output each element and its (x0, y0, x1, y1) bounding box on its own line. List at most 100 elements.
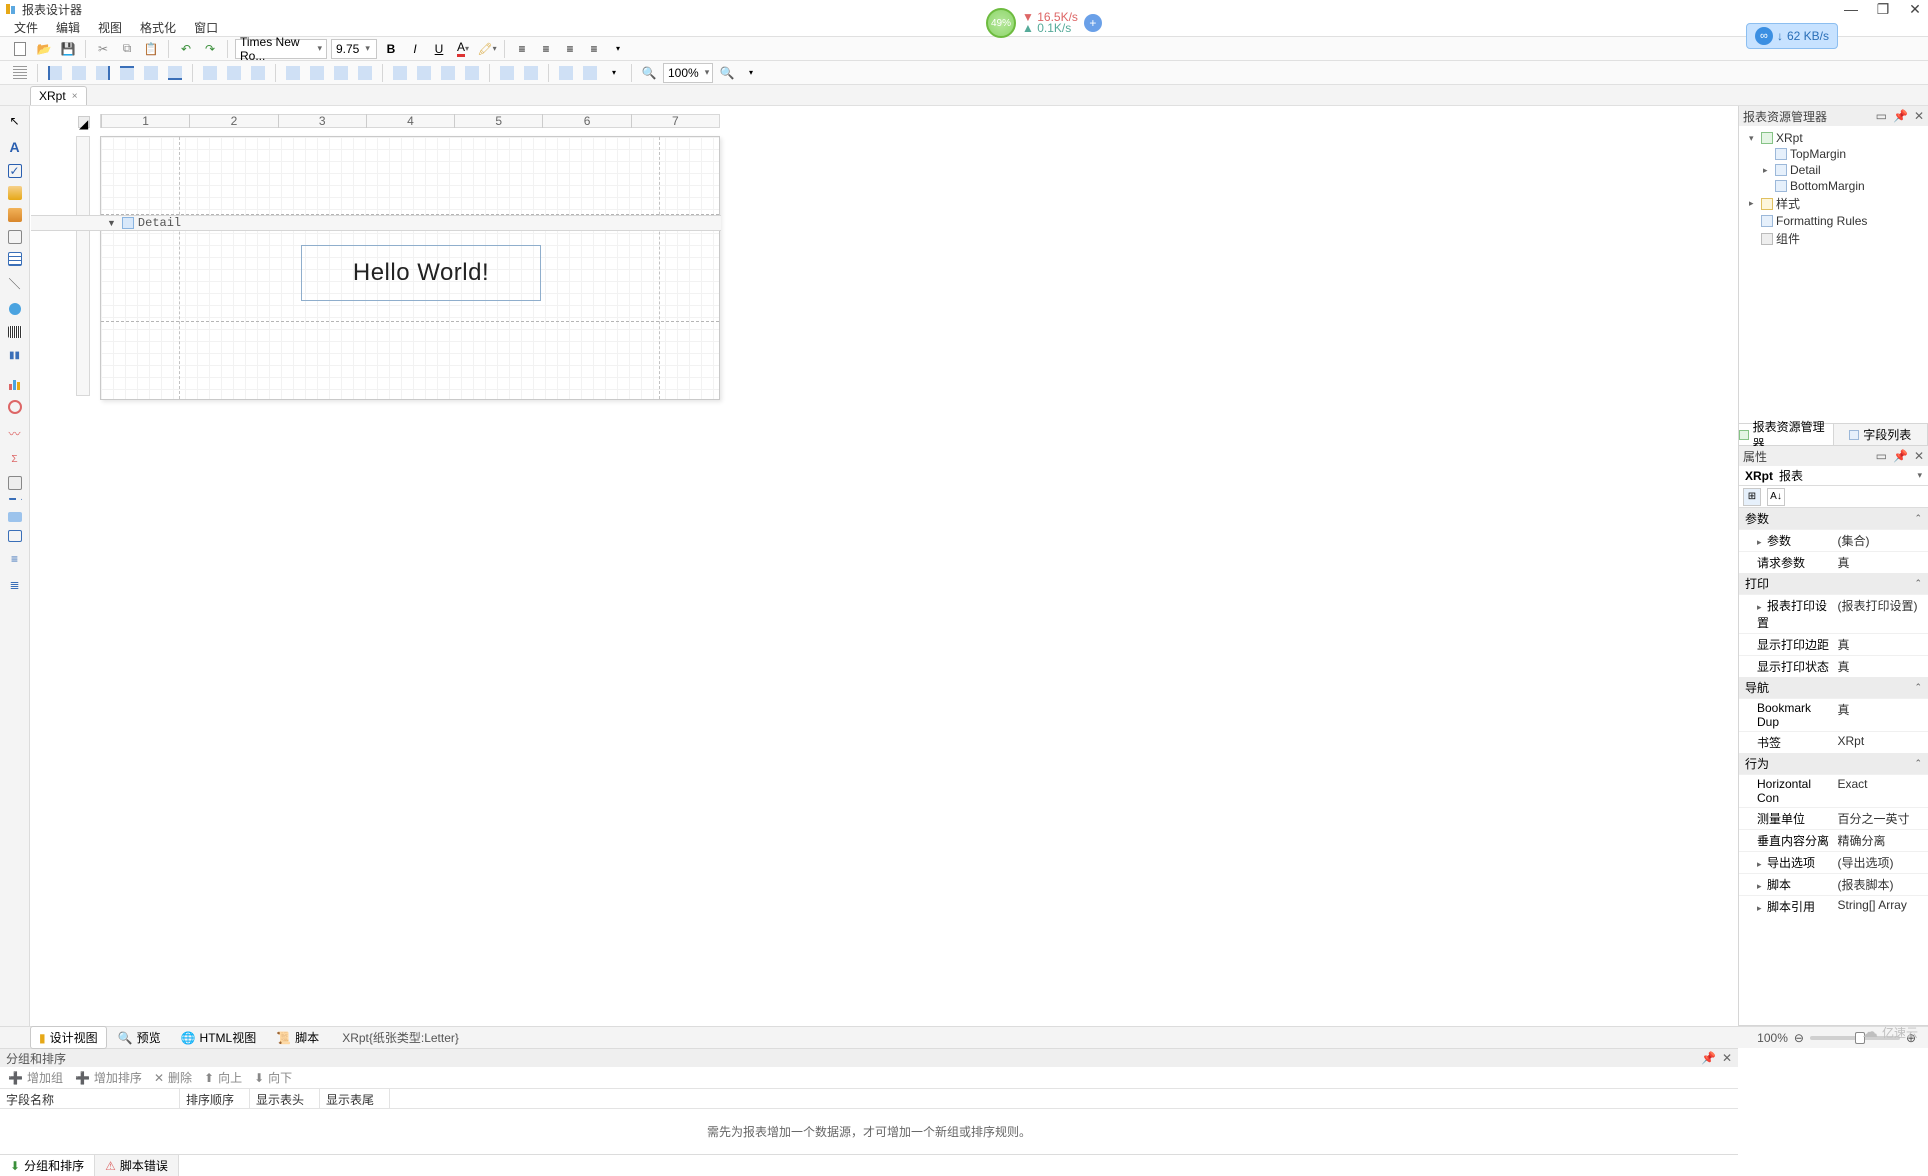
hspace-eq[interactable] (283, 63, 303, 83)
new-button[interactable] (10, 39, 30, 59)
richtext-tool[interactable] (8, 186, 22, 200)
panel-dock-icon[interactable]: ▭ (1876, 449, 1887, 463)
center-h[interactable] (497, 63, 517, 83)
shape-tool[interactable] (6, 300, 24, 318)
prop-val[interactable]: 精确分离 (1834, 830, 1928, 851)
hspace-rem[interactable] (355, 63, 375, 83)
vspace-inc[interactable] (414, 63, 434, 83)
prop-row[interactable]: 书签XRpt (1739, 731, 1928, 753)
ruler-corner[interactable]: ◢ (78, 116, 90, 128)
prop-val[interactable]: 真 (1834, 552, 1928, 573)
panel-dock-icon[interactable]: ▭ (1876, 109, 1887, 123)
document-tab-xrpt[interactable]: XRpt × (30, 86, 87, 105)
cellular-tool[interactable]: ≣ (6, 576, 24, 594)
prop-val[interactable]: (报表打印设置) (1834, 595, 1928, 633)
tab-explorer[interactable]: 报表资源管理器 (1739, 424, 1834, 445)
panel-pin-icon[interactable]: 📌 (1893, 109, 1908, 123)
prop-val[interactable]: (导出选项) (1834, 852, 1928, 873)
zoom-combo[interactable]: 100%▾ (663, 63, 713, 83)
prop-row[interactable]: 显示打印状态真 (1739, 655, 1928, 677)
maximize-button[interactable]: ❐ (1876, 2, 1890, 16)
checkbox-tool[interactable]: ✓ (8, 164, 22, 178)
hspace-inc[interactable] (307, 63, 327, 83)
size-w[interactable] (200, 63, 220, 83)
cut-button[interactable]: ✂ (93, 39, 113, 59)
cat-nav[interactable]: 导航⌃ (1739, 677, 1928, 698)
bottommargin-band[interactable] (101, 321, 719, 399)
forecolor-button[interactable]: A▾ (453, 39, 473, 59)
vspace-eq[interactable] (390, 63, 410, 83)
prop-row[interactable]: 垂直内容分离精确分离 (1739, 829, 1928, 851)
align-l[interactable] (45, 63, 65, 83)
bold-button[interactable]: B (381, 39, 401, 59)
size-h[interactable] (248, 63, 268, 83)
align-center-button[interactable]: ≡ (536, 39, 556, 59)
prop-val[interactable]: (报表脚本) (1834, 874, 1928, 895)
prop-val[interactable]: String[] Array (1834, 896, 1928, 917)
gauge-tool[interactable] (6, 398, 24, 416)
align-justify-button[interactable]: ≡ (584, 39, 604, 59)
panel-close-icon[interactable]: ✕ (1722, 1051, 1732, 1065)
align-b[interactable] (165, 63, 185, 83)
zoom-minus[interactable]: ⊖ (1794, 1031, 1804, 1045)
prop-row[interactable]: Horizontal ConExact (1739, 774, 1928, 807)
properties-grid[interactable]: 参数⌃ ▸参数(集合) 请求参数真 打印⌃ ▸报表打印设置(报表打印设置) 显示… (1739, 508, 1928, 1025)
zoom-out-button[interactable]: 🔍 (639, 63, 659, 83)
view-html-tab[interactable]: 🌐HTML视图 (172, 1026, 266, 1049)
col-footer[interactable]: 显示表尾 (320, 1089, 390, 1108)
fontsize-combo[interactable]: 9.75▾ (331, 39, 377, 59)
pageinfo-tool[interactable]: ≡ (6, 550, 24, 568)
prop-val[interactable]: (集合) (1834, 530, 1928, 551)
pagebreak-tool[interactable] (8, 498, 22, 504)
vspace-rem[interactable] (462, 63, 482, 83)
align-m[interactable] (141, 63, 161, 83)
tree-item-components[interactable]: 组件 (1741, 229, 1926, 248)
tree-item-formatting[interactable]: Formatting Rules (1741, 213, 1926, 229)
align-more-button[interactable]: ▾ (608, 39, 628, 59)
tab-group-sort[interactable]: ⬇分组和排序 (0, 1155, 95, 1176)
align-c[interactable] (69, 63, 89, 83)
vspace-dec[interactable] (438, 63, 458, 83)
cat-print[interactable]: 打印⌃ (1739, 573, 1928, 594)
zoom-in-button[interactable]: 🔍 (717, 63, 737, 83)
tree-item-bottommargin[interactable]: BottomMargin (1741, 178, 1926, 194)
prop-val[interactable]: 百分之一英寸 (1834, 808, 1928, 829)
collapse-icon[interactable]: ▼ (107, 218, 116, 228)
move-up-button[interactable]: ⬆ 向上 (204, 1069, 242, 1086)
alphabetical-button[interactable]: A↓ (1767, 488, 1785, 506)
panel-pin-icon[interactable]: 📌 (1893, 449, 1908, 463)
tree-item-styles[interactable]: ▸样式 (1741, 194, 1926, 213)
prop-val[interactable]: 真 (1834, 699, 1928, 731)
prop-row[interactable]: ▸脚本引用String[] Array (1739, 895, 1928, 917)
move-down-button[interactable]: ⬇ 向下 (254, 1069, 292, 1086)
order-more[interactable]: ▾ (604, 63, 624, 83)
panel-close-icon[interactable]: ✕ (1914, 449, 1924, 463)
send-back[interactable] (580, 63, 600, 83)
prop-row[interactable]: ▸报表打印设置(报表打印设置) (1739, 594, 1928, 633)
zoom-more[interactable]: ▾ (741, 63, 761, 83)
close-tab-icon[interactable]: × (72, 91, 78, 102)
pointer-tool[interactable]: ↖ (6, 112, 24, 130)
copy-button[interactable]: ⧉ (117, 39, 137, 59)
subreport-tool[interactable] (8, 476, 22, 490)
sparkline-tool[interactable]: 〰 (6, 424, 24, 442)
add-sort-button[interactable]: ➕ 增加排序 (75, 1069, 142, 1086)
underline-button[interactable]: U (429, 39, 449, 59)
italic-button[interactable]: I (405, 39, 425, 59)
topmargin-band[interactable] (101, 137, 719, 215)
picture-tool[interactable] (8, 208, 22, 222)
menu-view[interactable]: 视图 (98, 19, 122, 36)
col-header[interactable]: 显示表头 (250, 1089, 320, 1108)
categorized-button[interactable]: ⊞ (1743, 488, 1761, 506)
perf-add-button[interactable]: + (1084, 14, 1102, 32)
delete-button[interactable]: ✕ 删除 (154, 1069, 192, 1086)
save-button[interactable]: 💾 (58, 39, 78, 59)
size-g[interactable] (224, 63, 244, 83)
report-page[interactable]: ▼ Detail Hello World! (100, 136, 720, 400)
cat-params[interactable]: 参数⌃ (1739, 508, 1928, 529)
align-left-button[interactable]: ≡ (512, 39, 532, 59)
properties-object-selector[interactable]: XRpt 报表 ▾ (1739, 466, 1928, 486)
align-r[interactable] (93, 63, 113, 83)
pivot-tool[interactable]: Σ (6, 450, 24, 468)
crossband-line-tool[interactable] (8, 512, 22, 522)
